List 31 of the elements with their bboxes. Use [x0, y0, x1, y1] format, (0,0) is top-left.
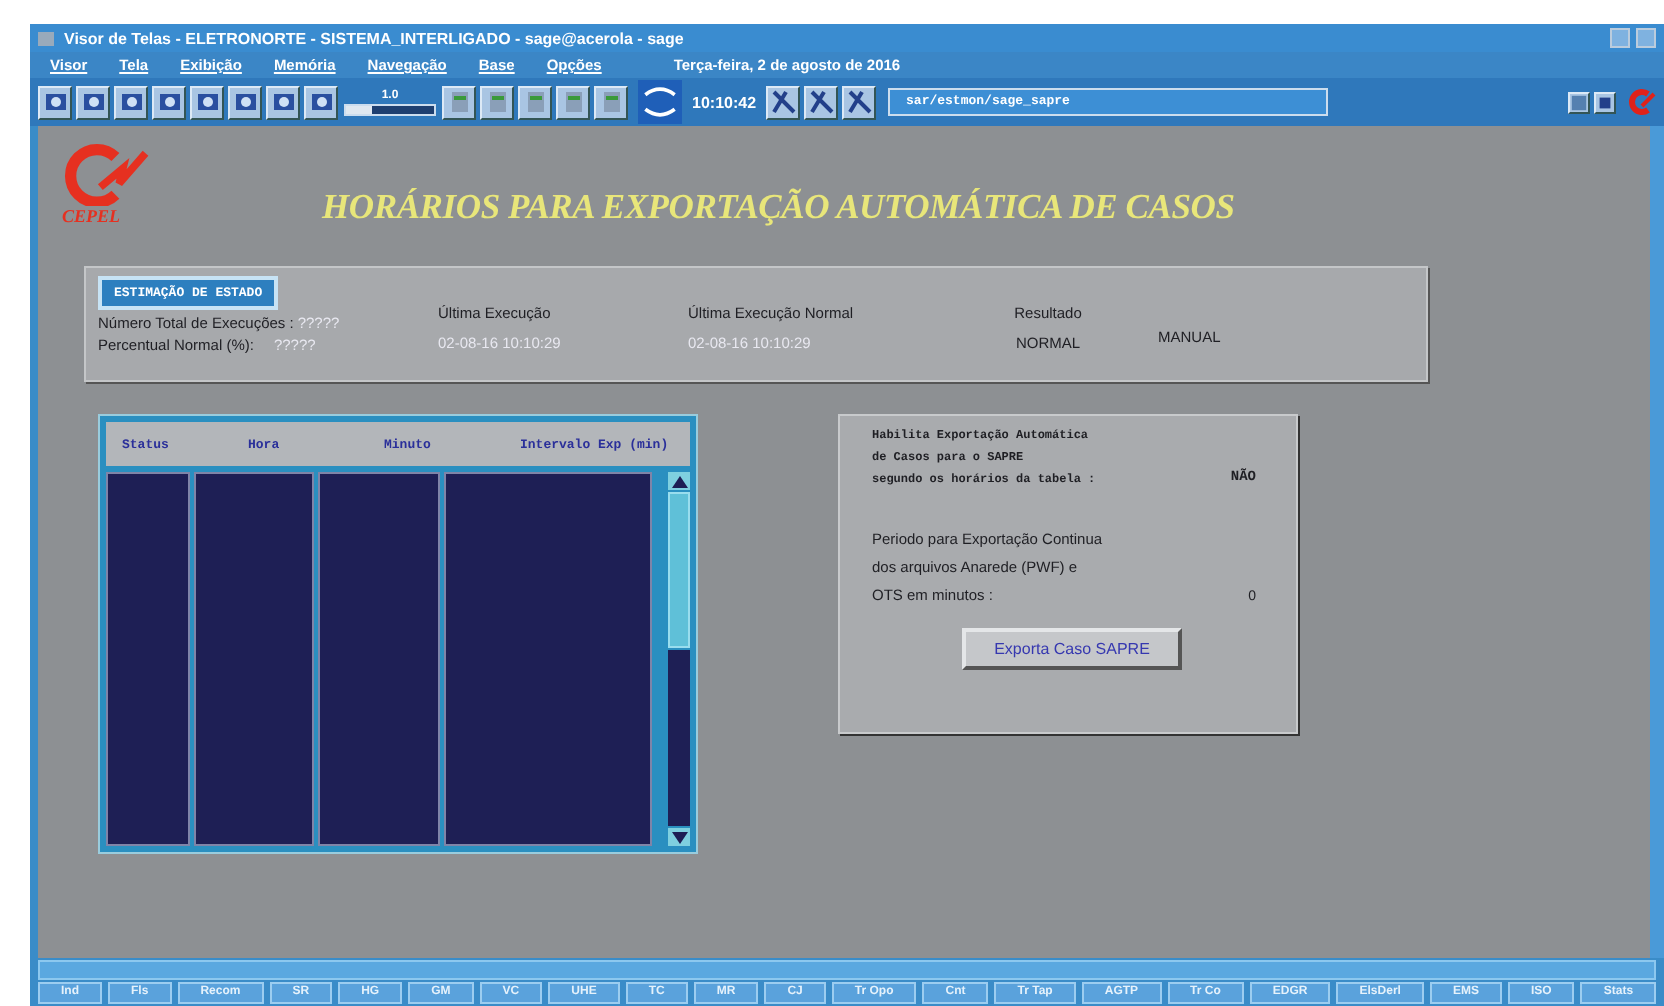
toolbar-icon[interactable] [190, 85, 224, 119]
toolbar-icon[interactable] [38, 85, 72, 119]
scroll-up-arrow[interactable] [668, 472, 690, 490]
toolbar-icon[interactable] [766, 85, 801, 119]
toolbar-icon[interactable] [266, 85, 300, 119]
toolbar-icon[interactable] [518, 85, 552, 119]
toolbar-icon[interactable] [804, 85, 839, 119]
toolbar-icon[interactable] [442, 85, 476, 119]
window-title: Visor de Telas - ELETRONORTE - SISTEMA_INTERLIGADO - sage@acerola - sage [64, 29, 684, 47]
toolbar-icon[interactable] [304, 85, 338, 119]
logo-icon [638, 80, 682, 124]
toolbar-icon[interactable] [76, 85, 110, 119]
scrollbar[interactable] [38, 960, 1656, 980]
scrollbar[interactable] [668, 472, 690, 846]
toolbar-icon[interactable] [228, 85, 262, 119]
toolbar-icon[interactable] [114, 85, 148, 119]
toolbar-icon[interactable] [842, 85, 877, 119]
scrollbar[interactable] [1650, 126, 1664, 958]
toolbar-icon[interactable] [556, 85, 590, 119]
logo-text: CEPEL [62, 206, 123, 226]
page-title: HORÁRIOS PARA EXPORTAÇÃO AUTOMÁTICA DE CASOS [322, 186, 1235, 228]
toolbar-icon[interactable] [1594, 91, 1616, 113]
toolbar-icon[interactable] [594, 85, 628, 119]
toolbar-icon[interactable] [152, 85, 186, 119]
logo-icon [1624, 86, 1656, 118]
scroll-thumb[interactable] [668, 492, 690, 648]
toolbar-icon[interactable] [480, 85, 514, 119]
export-button[interactable]: Exporta Caso SAPRE [962, 628, 1182, 670]
toolbar-icon[interactable] [1568, 91, 1590, 113]
scroll-down-arrow[interactable] [668, 828, 690, 846]
clock-label: 10:10:42 [692, 93, 757, 111]
